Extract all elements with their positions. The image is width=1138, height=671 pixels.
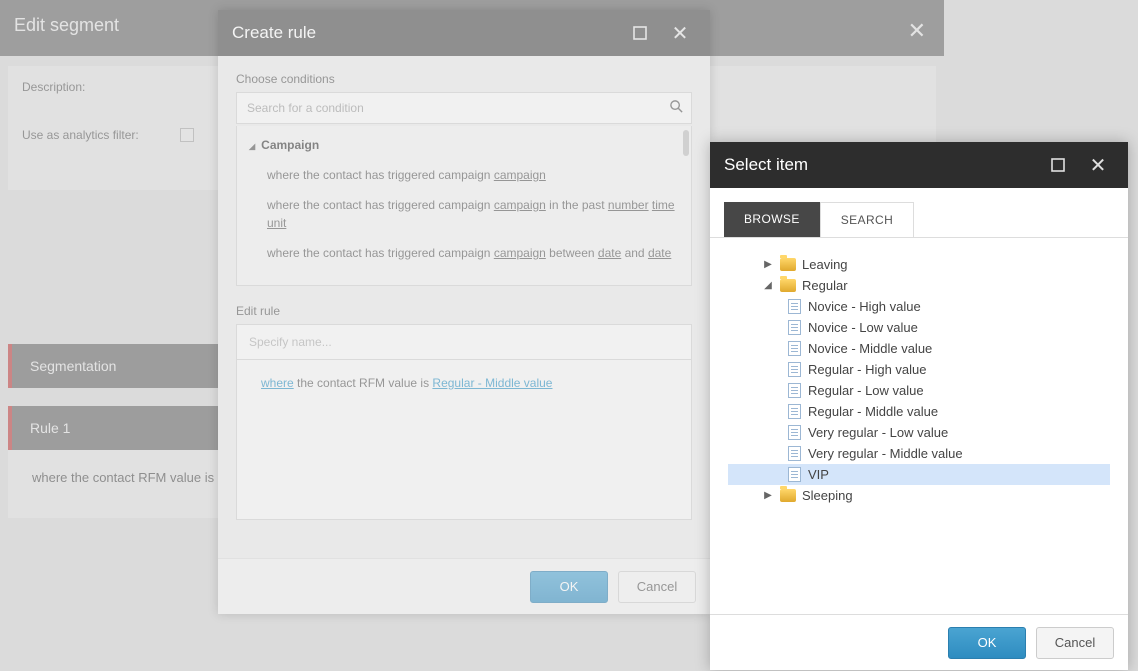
dialog-title: Select item — [724, 155, 1050, 175]
maximize-icon[interactable] — [632, 25, 664, 41]
page-icon — [788, 404, 801, 419]
choose-conditions-label: Choose conditions — [236, 72, 692, 86]
create-rule-dialog: Create rule ✕ Choose conditions Campaign… — [218, 10, 710, 614]
dialog-title: Create rule — [232, 23, 632, 43]
select-item-footer: OK Cancel — [710, 614, 1128, 670]
tree-folder-regular[interactable]: ◢ Regular — [728, 275, 1110, 296]
tree-item-label: VIP — [808, 467, 829, 482]
cancel-button[interactable]: Cancel — [1036, 627, 1114, 659]
page-icon — [788, 299, 801, 314]
select-item-header: Select item ✕ — [710, 142, 1128, 188]
cancel-button[interactable]: Cancel — [618, 571, 696, 603]
tree-item-label: Very regular - Middle value — [808, 446, 963, 461]
item-tree: ▶ Leaving ◢ Regular Novice - High value N… — [710, 238, 1128, 614]
select-item-dialog: Select item ✕ BROWSE SEARCH ▶ Leaving ◢ … — [710, 142, 1128, 670]
page-icon — [788, 362, 801, 377]
tree-item[interactable]: VIP — [728, 464, 1110, 485]
scrollbar-thumb[interactable] — [683, 130, 689, 156]
condition-item[interactable]: where the contact has triggered campaign… — [247, 190, 681, 238]
tree-item-label: Regular - Low value — [808, 383, 924, 398]
expand-icon[interactable]: ▶ — [762, 259, 774, 270]
page-icon — [788, 383, 801, 398]
ok-button[interactable]: OK — [948, 627, 1026, 659]
tree-item-label: Regular - High value — [808, 362, 927, 377]
tree-item[interactable]: Regular - Middle value — [728, 401, 1110, 422]
tree-item-label: Very regular - Low value — [808, 425, 948, 440]
tree-item[interactable]: Novice - Low value — [728, 317, 1110, 338]
tree-item-label: Regular - Middle value — [808, 404, 938, 419]
tree-item-label: Novice - High value — [808, 299, 921, 314]
page-icon — [788, 320, 801, 335]
condition-item[interactable]: where the contact has triggered campaign… — [247, 160, 681, 190]
tree-folder-sleeping[interactable]: ▶ Sleeping — [728, 485, 1110, 506]
close-icon[interactable]: ✕ — [1082, 153, 1114, 178]
condition-search-input[interactable] — [236, 92, 692, 124]
create-rule-footer: OK Cancel — [218, 558, 710, 614]
tree-item-label: Novice - Middle value — [808, 341, 932, 356]
close-icon[interactable]: ✕ — [664, 21, 696, 46]
tab-browse[interactable]: BROWSE — [724, 202, 820, 237]
create-rule-header: Create rule ✕ — [218, 10, 710, 56]
tree-folder-leaving[interactable]: ▶ Leaving — [728, 254, 1110, 275]
expand-icon[interactable]: ▶ — [762, 490, 774, 501]
ok-button[interactable]: OK — [530, 571, 608, 603]
tree-item[interactable]: Regular - Low value — [728, 380, 1110, 401]
tree-item[interactable]: Novice - High value — [728, 296, 1110, 317]
search-icon[interactable] — [669, 99, 684, 114]
page-icon — [788, 467, 801, 482]
rule-name-input[interactable] — [236, 324, 692, 360]
maximize-icon[interactable] — [1050, 157, 1082, 173]
tree-item-label: Novice - Low value — [808, 320, 918, 335]
folder-icon — [780, 258, 796, 271]
tree-item[interactable]: Regular - High value — [728, 359, 1110, 380]
tree-item[interactable]: Very regular - Middle value — [728, 443, 1110, 464]
rule-where-link[interactable]: where — [261, 376, 294, 390]
tab-search[interactable]: SEARCH — [820, 202, 914, 237]
condition-group-campaign[interactable]: Campaign — [249, 138, 681, 152]
collapse-icon[interactable]: ◢ — [762, 280, 774, 291]
condition-item[interactable]: where the contact has triggered campaign… — [247, 238, 681, 268]
rule-value-link[interactable]: Regular - Middle value — [432, 376, 552, 390]
rule-sentence: where the contact RFM value is Regular -… — [236, 360, 692, 520]
conditions-list: Campaign where the contact has triggered… — [236, 126, 692, 286]
tree-item[interactable]: Novice - Middle value — [728, 338, 1110, 359]
page-icon — [788, 425, 801, 440]
select-item-tabs: BROWSE SEARCH — [710, 188, 1128, 238]
tree-item[interactable]: Very regular - Low value — [728, 422, 1110, 443]
folder-icon — [780, 279, 796, 292]
page-icon — [788, 446, 801, 461]
edit-rule-label: Edit rule — [236, 304, 692, 318]
folder-icon — [780, 489, 796, 502]
page-icon — [788, 341, 801, 356]
